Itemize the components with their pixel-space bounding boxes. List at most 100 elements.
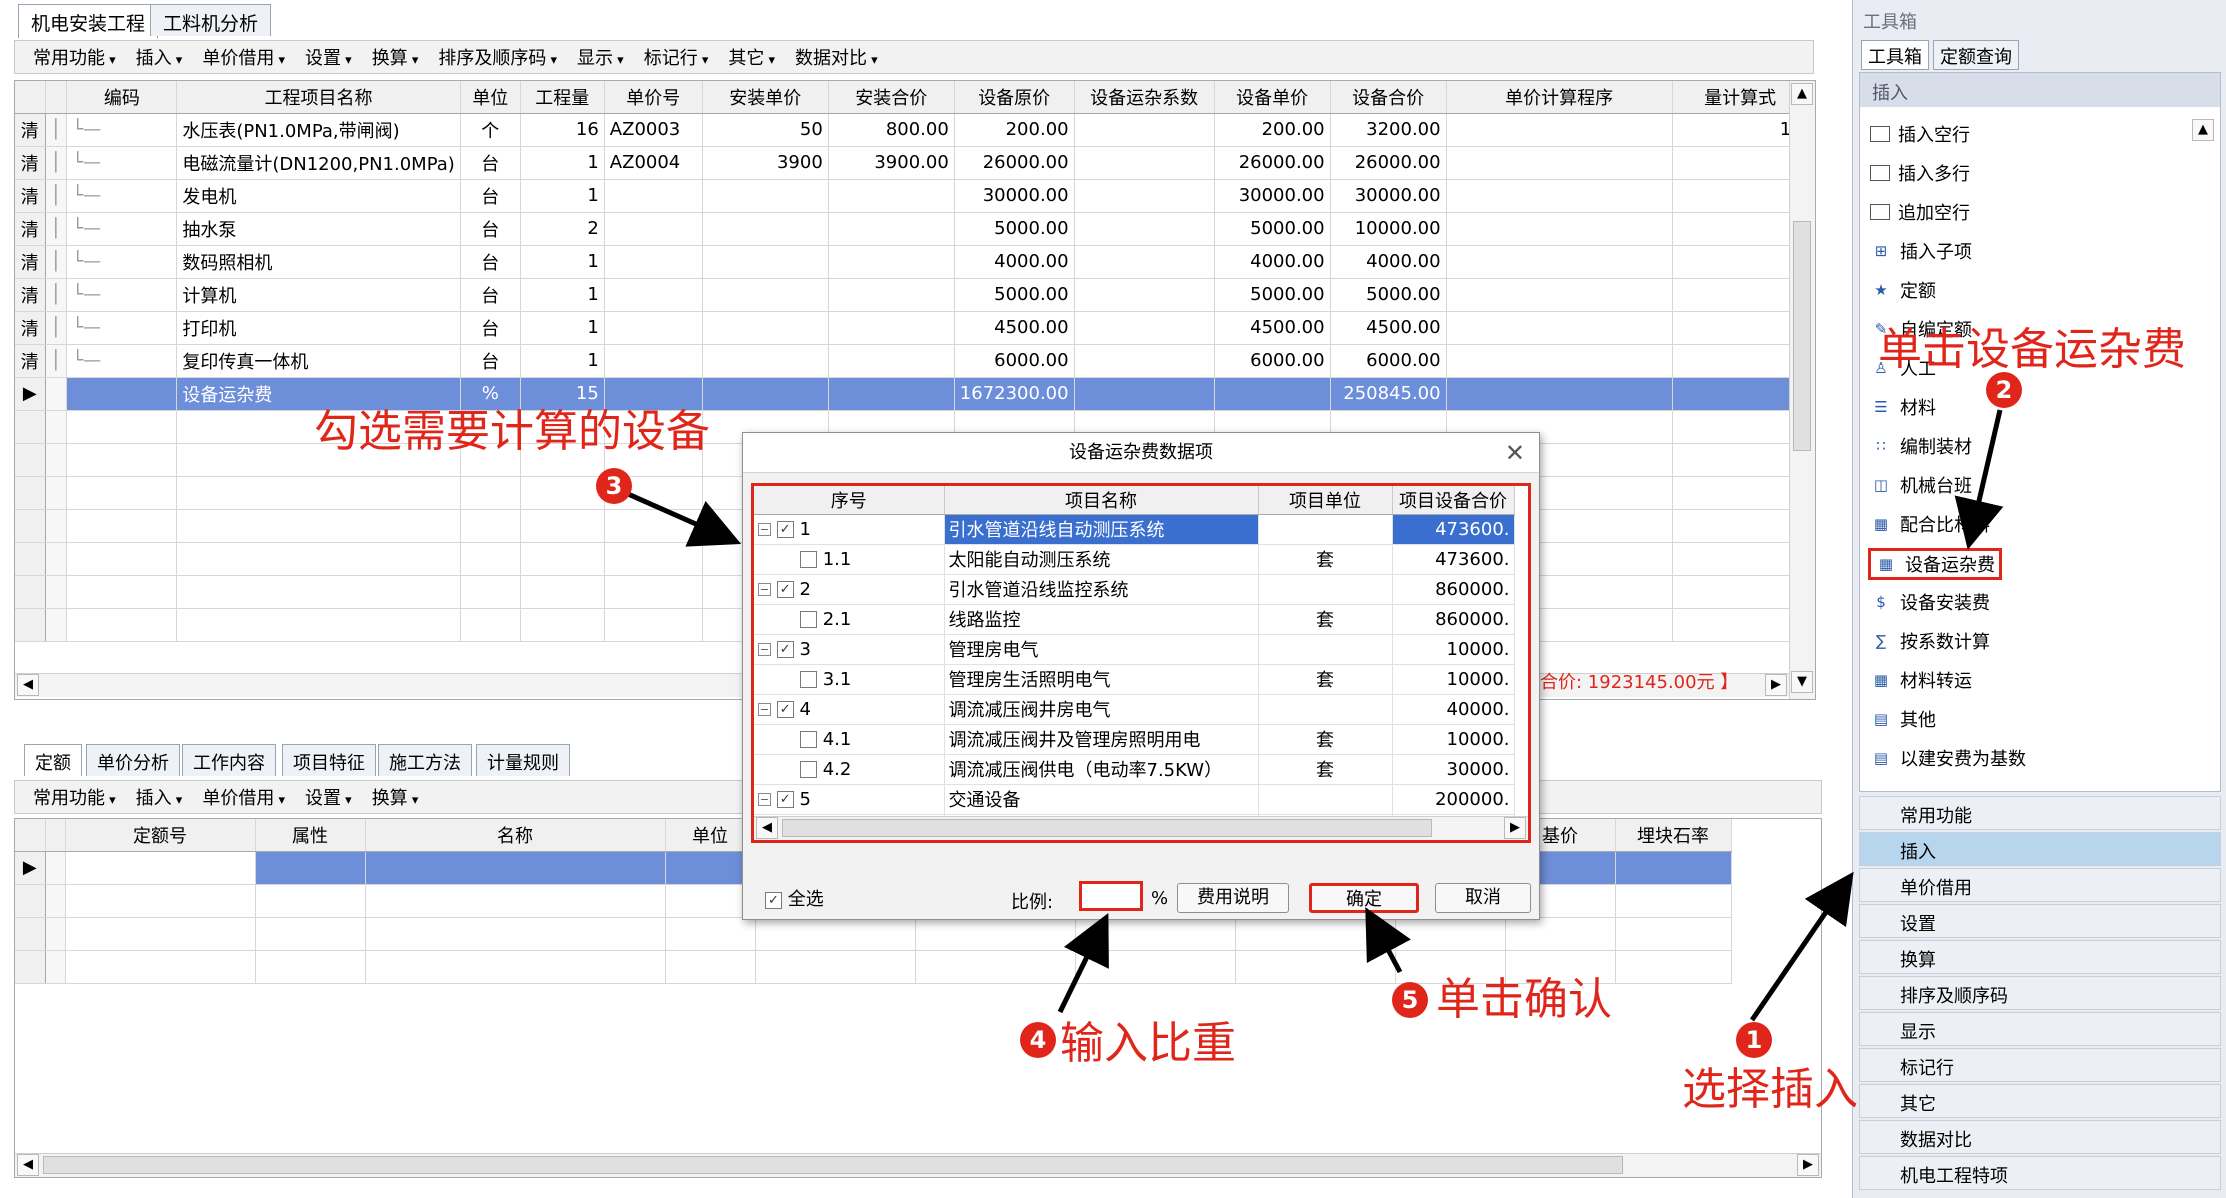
list-item[interactable]: − ✓ 4 调流减压阀井房电气 40000. xyxy=(754,694,1515,725)
cell-prog[interactable] xyxy=(1446,245,1673,279)
cell-name[interactable]: 数码照相机 xyxy=(176,245,461,279)
toolbox-nav-item[interactable]: 机电工程特项 xyxy=(1859,1156,2221,1190)
table-row[interactable] xyxy=(15,917,1732,951)
cell-inst_price[interactable]: 3900 xyxy=(702,146,829,180)
cell-prog[interactable] xyxy=(1446,146,1673,180)
menu-price-borrow[interactable]: 单价借用 xyxy=(192,44,295,70)
toolbox-nav-item[interactable]: 插入 xyxy=(1859,832,2221,866)
cell-coef[interactable] xyxy=(1074,245,1215,279)
toolbox-item[interactable]: ★ 定额 xyxy=(1870,275,1936,305)
col-header[interactable]: 量计算式 xyxy=(1672,81,1809,114)
cell-eq_price[interactable]: 6000.00 xyxy=(1214,344,1331,378)
cell-formula[interactable]: 1 xyxy=(1672,245,1809,279)
cell-unit[interactable]: 台 xyxy=(460,212,521,246)
toolbox-item[interactable]: ▦ 材料转运 xyxy=(1870,665,1972,695)
cell-inst_price[interactable] xyxy=(702,278,829,312)
cell-unit[interactable]: 台 xyxy=(460,278,521,312)
menu-insert[interactable]: 插入 xyxy=(126,44,193,70)
cell-qty[interactable]: 1 xyxy=(520,278,605,312)
cell-code[interactable]: └— xyxy=(66,113,178,147)
cell-unit[interactable]: 套 xyxy=(1258,604,1393,635)
cell-eq_total[interactable]: 30000.00 xyxy=(1330,179,1447,213)
cell-name[interactable]: 太阳能自动测压系统 xyxy=(944,544,1259,575)
cell-coef[interactable] xyxy=(1074,146,1215,180)
cell-eq_total[interactable]: 250845.00 xyxy=(1330,377,1447,411)
cell-no[interactable]: 4.1 xyxy=(754,724,945,755)
cell-coef[interactable] xyxy=(1074,278,1215,312)
cell-no[interactable]: 4.2 xyxy=(754,754,945,785)
cell-no[interactable]: − ✓ 5 xyxy=(754,784,945,815)
toolbox-nav-item[interactable]: 数据对比 xyxy=(1859,1120,2221,1154)
cell-inst_total[interactable] xyxy=(828,311,955,345)
collapse-icon[interactable]: − xyxy=(758,793,771,806)
col-header[interactable]: 编码 xyxy=(66,81,178,114)
cell-name[interactable]: 管理房生活照明电气 xyxy=(944,664,1259,695)
ratio-input[interactable] xyxy=(1079,881,1143,911)
cell-coef[interactable] xyxy=(1074,344,1215,378)
cell-formula[interactable]: 1 xyxy=(1672,146,1809,180)
cell-code[interactable]: └— xyxy=(66,245,178,279)
cell-eq_price[interactable]: 4500.00 xyxy=(1214,311,1331,345)
cell-inst_price[interactable] xyxy=(702,179,829,213)
cell-unit[interactable]: 台 xyxy=(460,146,521,180)
checkbox-icon[interactable] xyxy=(800,611,817,628)
cell-eq_orig[interactable]: 6000.00 xyxy=(954,344,1075,378)
toolbox-nav-item[interactable]: 标记行 xyxy=(1859,1048,2221,1082)
collapse-icon[interactable]: − xyxy=(758,523,771,536)
col-header[interactable]: 设备运杂系数 xyxy=(1074,81,1215,114)
cell-eq_total[interactable]: 4000.00 xyxy=(1330,245,1447,279)
toolbox-nav-item[interactable]: 常用功能 xyxy=(1859,796,2221,830)
cell-name[interactable]: 水压表(PN1.0MPa,带闸阀) xyxy=(176,113,461,147)
col-header[interactable]: 项目名称 xyxy=(944,486,1259,515)
col-header[interactable]: 工程量 xyxy=(520,81,605,114)
cell-formula[interactable]: 16 xyxy=(1672,113,1809,147)
list-item[interactable]: 3.1 管理房生活照明电气套 10000. xyxy=(754,664,1515,695)
cell-unit[interactable]: 台 xyxy=(460,179,521,213)
toolbox-item[interactable]: ▦ 设备运杂费 xyxy=(1868,548,2002,580)
col-header[interactable]: 单价号 xyxy=(604,81,703,114)
col-header[interactable]: 序号 xyxy=(754,486,945,515)
cell-unit[interactable]: 个 xyxy=(460,113,521,147)
toolbox-item[interactable]: 插入多行 xyxy=(1870,158,1970,188)
cell-eq_orig[interactable]: 5000.00 xyxy=(954,212,1075,246)
cell-eq_price[interactable]: 5000.00 xyxy=(1214,212,1331,246)
cell-amount[interactable]: 30000. xyxy=(1392,754,1515,785)
toolbox-nav-item[interactable]: 排序及顺序码 xyxy=(1859,976,2221,1010)
cell-inst_price[interactable]: 50 xyxy=(702,113,829,147)
cell-inst_total[interactable] xyxy=(828,344,955,378)
cell-coef[interactable] xyxy=(1074,113,1215,147)
checkbox-checked-icon[interactable]: ✓ xyxy=(776,521,794,538)
cell-amount[interactable]: 10000. xyxy=(1392,634,1515,665)
cell-name[interactable]: 交通设备 xyxy=(944,784,1259,815)
toolbox-item[interactable]: ∷ 编制装材 xyxy=(1870,431,1972,461)
table-row[interactable]: 清│└—抽水泵台25000.005000.0010000.002 xyxy=(15,212,1809,246)
cell-name[interactable]: 调流减压阀井及管理房照明用电 xyxy=(944,724,1259,755)
cell-code[interactable] xyxy=(66,377,178,411)
cell-no[interactable]: 3.1 xyxy=(754,664,945,695)
cell-code[interactable]: AZ0003 xyxy=(604,113,703,147)
cell-inst_total[interactable] xyxy=(828,179,955,213)
cell-unit[interactable] xyxy=(1258,634,1393,665)
cell-code[interactable] xyxy=(604,179,703,213)
collapse-icon[interactable]: − xyxy=(758,583,771,596)
cell-eq_price[interactable]: 5000.00 xyxy=(1214,278,1331,312)
col-header[interactable]: 安装单价 xyxy=(702,81,829,114)
cell-eq_price[interactable]: 200.00 xyxy=(1214,113,1331,147)
col-header[interactable]: 项目单位 xyxy=(1258,486,1393,515)
tab-quota-query[interactable]: 定额查询 xyxy=(1933,40,2019,70)
toolbox-nav-item[interactable]: 显示 xyxy=(1859,1012,2221,1046)
cell-unit[interactable]: 台 xyxy=(460,344,521,378)
cell-qty[interactable]: 2 xyxy=(520,212,605,246)
col-header[interactable]: 设备单价 xyxy=(1214,81,1331,114)
col-header[interactable]: 定额号 xyxy=(65,819,256,852)
col-header[interactable]: 埋块石率 xyxy=(1615,819,1732,852)
cell-inst_price[interactable] xyxy=(702,212,829,246)
toolbox-item[interactable]: $ 设备安装费 xyxy=(1870,587,1990,617)
col-header[interactable]: 名称 xyxy=(365,819,666,852)
table-row[interactable]: 清│└—发电机台130000.0030000.0030000.001 xyxy=(15,179,1809,213)
tab-mep-install[interactable]: 机电安装工程 xyxy=(18,4,159,38)
cell-formula[interactable]: 1 xyxy=(1672,344,1809,378)
tab-price-analysis[interactable]: 单价分析 xyxy=(86,744,180,776)
cell-eq_total[interactable]: 10000.00 xyxy=(1330,212,1447,246)
toolbox-nav-item[interactable]: 换算 xyxy=(1859,940,2221,974)
